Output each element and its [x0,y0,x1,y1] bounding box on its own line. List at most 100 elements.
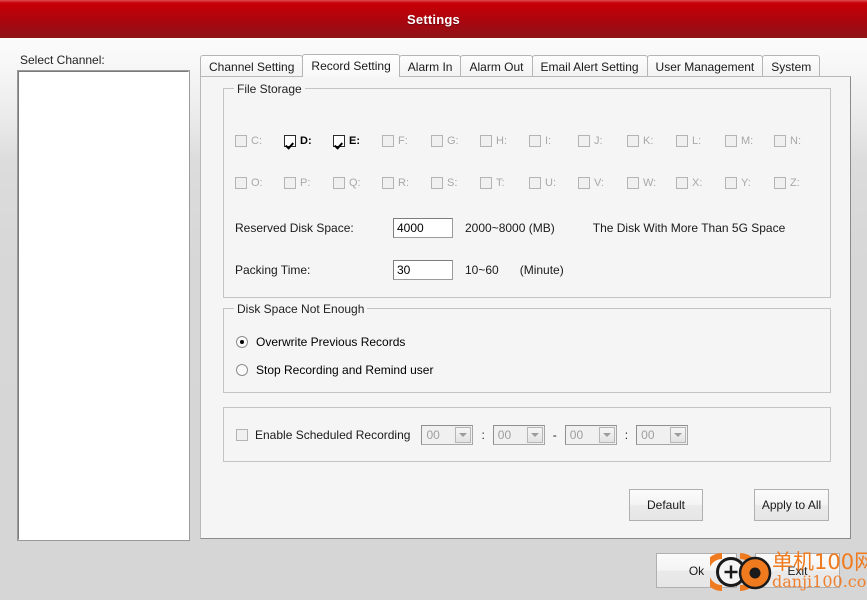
drive-checkbox-y[interactable]: Y: [725,177,774,189]
checkbox-indicator [235,135,247,147]
drive-checkbox-x[interactable]: X: [676,177,725,189]
checkbox-indicator [774,177,786,189]
drive-checkbox-s[interactable]: S: [431,177,480,189]
group-file-storage-title: File Storage [234,82,305,96]
tab-channel-setting[interactable]: Channel Setting [200,55,304,77]
titlebar-sheen [0,0,867,3]
checkbox-indicator [480,177,492,189]
drive-label: R: [398,177,409,189]
tab-label: Alarm Out [469,59,524,74]
tab-email-alert-setting[interactable]: Email Alert Setting [531,55,648,77]
start-hour-value: 00 [426,428,440,442]
drive-checkbox-i[interactable]: I: [529,135,578,147]
drive-checkbox-u[interactable]: U: [529,177,578,189]
window-titlebar: Settings [0,0,867,38]
drive-checkbox-t[interactable]: T: [480,177,529,189]
drive-label: W: [643,177,657,189]
drive-checkbox-k[interactable]: K: [627,135,676,147]
channel-listbox[interactable] [17,70,190,541]
drive-checkbox-d[interactable]: D: [284,135,333,147]
checkbox-indicator [284,177,296,189]
drive-checkbox-j[interactable]: J: [578,135,627,147]
drive-checkbox-v[interactable]: V: [578,177,627,189]
drive-label: M: [741,135,754,147]
exit-button[interactable]: Exit [755,553,840,588]
drive-checkbox-l[interactable]: L: [676,135,725,147]
end-hour-dropdown[interactable]: 00 [564,425,617,445]
reserved-disk-space-note: The Disk With More Than 5G Space [592,221,786,235]
drive-checkbox-e[interactable]: E: [333,135,382,147]
drive-checkbox-n[interactable]: N: [774,135,823,147]
radio-stop-recording-and-remind[interactable]: Stop Recording and Remind user [236,363,433,377]
drive-checkbox-row-2: O: P: Q: R: S: T: U: V: W: X: Y: Z: [235,177,823,189]
tab-alarm-out[interactable]: Alarm Out [460,55,533,77]
checkbox-indicator [627,177,639,189]
drive-label: F: [398,135,408,147]
group-file-storage: File Storage C: D: E: F: G: H: I: J: K: L: M: N: O:… [223,82,831,298]
start-hour-dropdown[interactable]: 00 [421,425,474,445]
checkbox-indicator [480,135,492,147]
checkbox-indicator [578,177,590,189]
drive-label: S: [447,177,458,189]
drive-label: X: [692,177,703,189]
radio-overwrite-previous-records[interactable]: Overwrite Previous Records [236,335,405,349]
range-separator: - [552,428,557,442]
drive-label: Z: [790,177,800,189]
radio-label-overwrite: Overwrite Previous Records [256,335,406,349]
start-minute-dropdown[interactable]: 00 [492,425,545,445]
drive-label: D: [300,135,312,147]
tab-label: User Management [655,59,755,74]
drive-checkbox-o[interactable]: O: [235,177,284,189]
scheduled-recording-row: Enable Scheduled Recording 00 : 00 - 00 … [236,425,689,445]
tab-record-setting[interactable]: Record Setting [302,54,400,77]
checkbox-indicator [333,177,345,189]
drive-checkbox-g[interactable]: G: [431,135,480,147]
checkbox-indicator [235,177,247,189]
tab-label: Email Alert Setting [540,59,639,74]
tab-alarm-in[interactable]: Alarm In [398,55,462,77]
drive-checkbox-w[interactable]: W: [627,177,676,189]
tab-system[interactable]: System [762,55,821,77]
drive-checkbox-f[interactable]: F: [382,135,431,147]
default-button[interactable]: Default [629,489,703,521]
tab-label: Alarm In [407,59,453,74]
drive-checkbox-c[interactable]: C: [235,135,284,147]
drive-label: C: [251,135,262,147]
start-minute-value: 00 [497,428,512,442]
tab-user-management[interactable]: User Management [646,55,764,77]
reserved-disk-space-input[interactable] [393,218,453,238]
packing-time-input[interactable] [393,260,453,280]
time-separator-2: : [624,428,629,442]
chevron-down-icon [455,427,472,443]
enable-scheduled-recording-checkbox[interactable] [236,429,248,441]
drive-label: K: [643,135,654,147]
packing-time-label: Packing Time: [235,263,311,277]
enable-scheduled-recording-label: Enable Scheduled Recording [255,428,411,442]
tab-label: Record Setting [311,59,391,73]
drive-label: O: [251,177,263,189]
drive-checkbox-q[interactable]: Q: [333,177,382,189]
window-title: Settings [407,11,460,27]
drive-checkbox-r[interactable]: R: [382,177,431,189]
drive-checkbox-z[interactable]: Z: [774,177,823,189]
tab-panel-record-setting: File Storage C: D: E: F: G: H: I: J: K: L: M: N: O:… [200,76,851,539]
drive-label: E: [349,135,360,147]
tab-label: Channel Setting [209,59,295,74]
checkbox-indicator [382,135,394,147]
drive-checkbox-m[interactable]: M: [725,135,774,147]
reserved-disk-space-label: Reserved Disk Space: [235,221,354,235]
radio-indicator-overwrite [236,336,248,348]
drive-checkbox-h[interactable]: H: [480,135,529,147]
drive-checkbox-p[interactable]: P: [284,177,333,189]
checkbox-indicator [627,135,639,147]
checkbox-indicator [529,135,541,147]
end-minute-dropdown[interactable]: 00 [636,425,689,445]
end-hour-value: 00 [569,428,584,442]
drive-label: N: [790,135,801,147]
apply-to-all-button[interactable]: Apply to All [754,489,829,521]
group-scheduled-recording: Enable Scheduled Recording 00 : 00 - 00 … [223,407,831,462]
chevron-down-icon [670,427,687,443]
drive-label: I: [545,135,552,147]
checkbox-indicator [431,135,443,147]
ok-button[interactable]: Ok [656,553,737,588]
